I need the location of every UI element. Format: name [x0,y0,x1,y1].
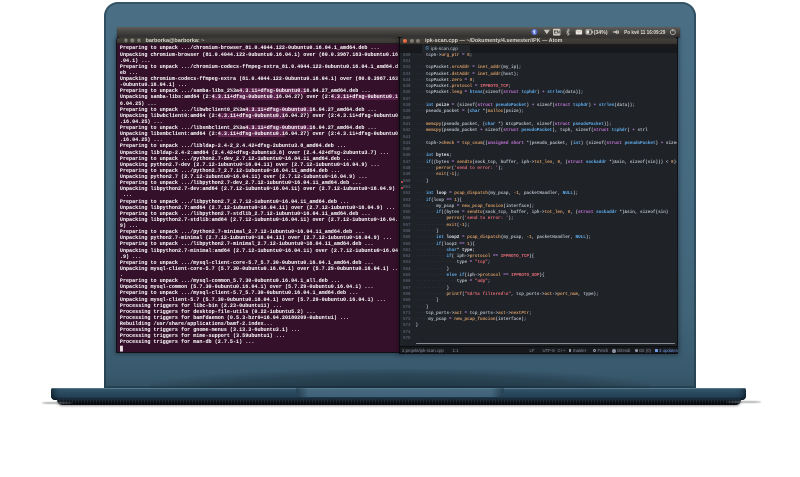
svg-text:Po kvě 11 16:09:29: Po kvě 11 16:09:29 [624,29,665,35]
svg-text:(34%): (34%) [593,29,607,35]
svg-text:EN: EN [553,29,559,34]
